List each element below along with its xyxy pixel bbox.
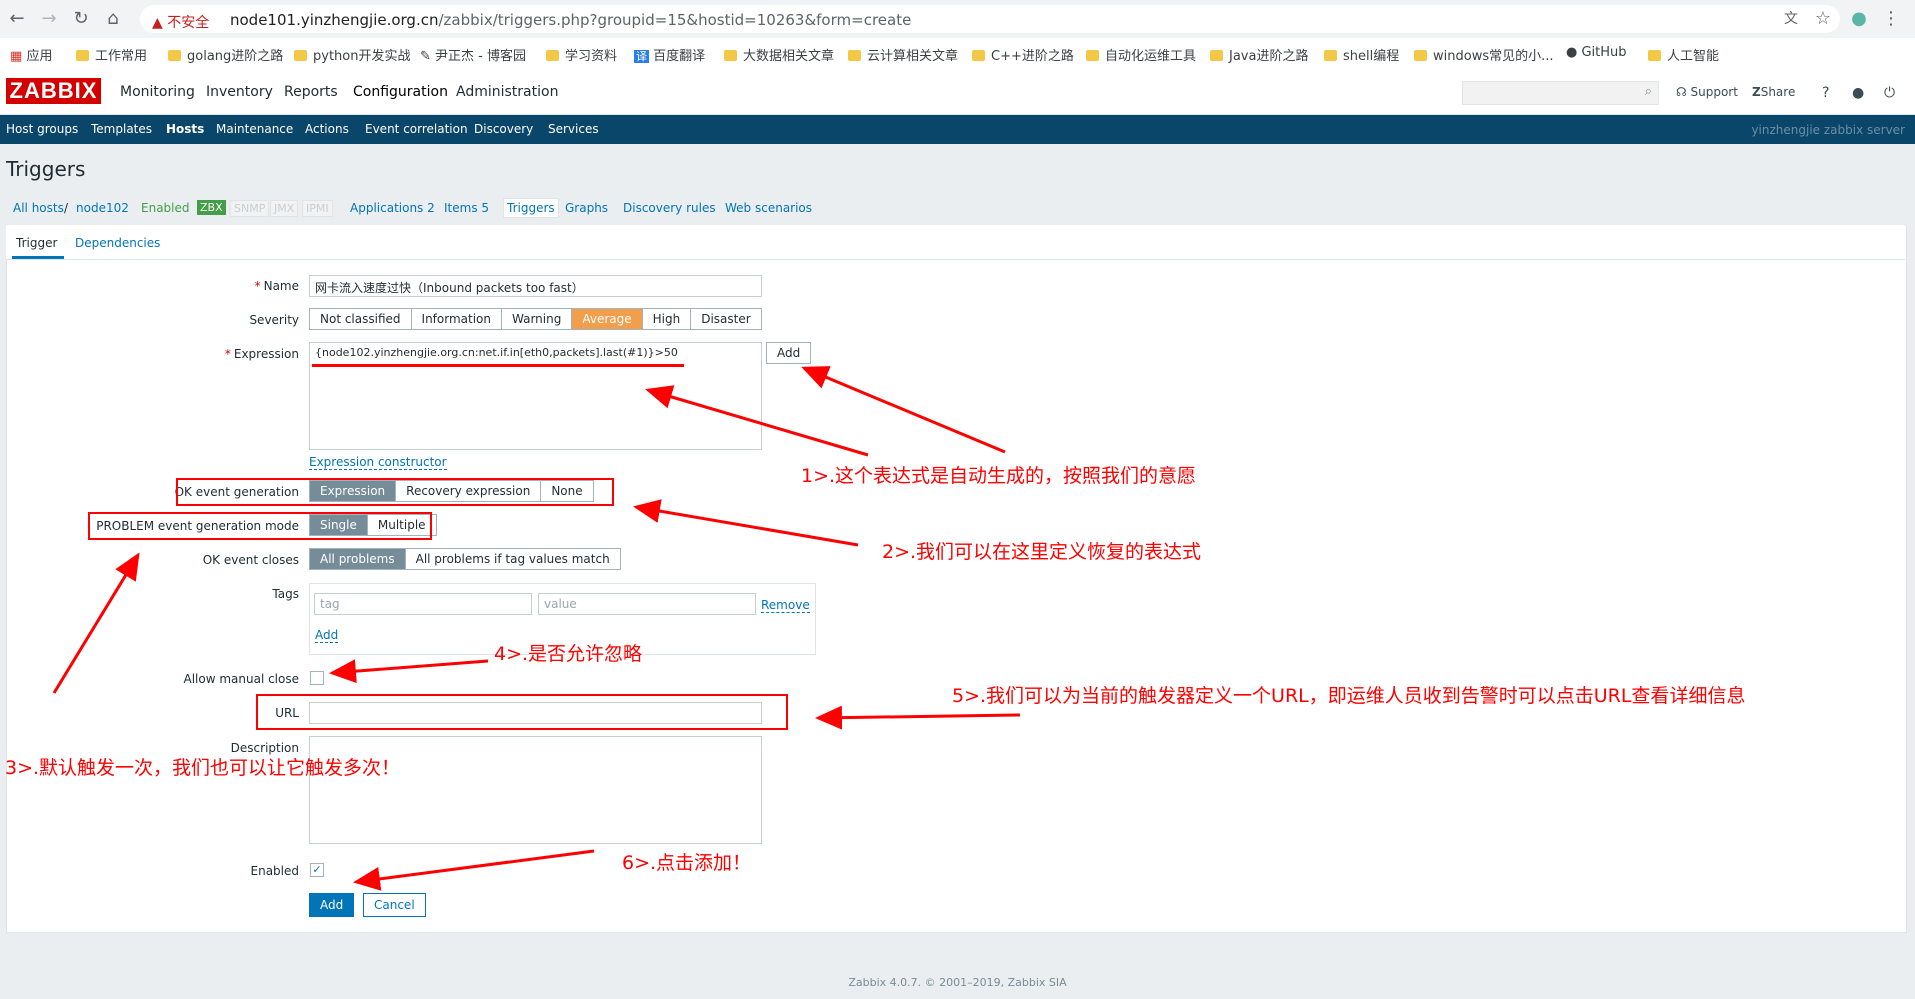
- annotation-note-4: 4>.是否允许忽略: [494, 643, 643, 665]
- annotation-arrows: [52, 366, 1021, 891]
- annotation-note-5: 5>.我们可以为当前的触发器定义一个URL，即运维人员收到告警时可以点击URL查…: [952, 685, 1746, 707]
- arrow-2: [633, 499, 859, 547]
- annotation-note-1: 1>.这个表达式是自动生成的，按照我们的意愿: [801, 465, 1197, 487]
- annotation-note-2: 2>.我们可以在这里定义恢复的表达式: [882, 541, 1202, 563]
- annotation-note-6: 6>.点击添加！: [622, 852, 752, 874]
- arrow-4: [329, 659, 489, 684]
- footer: Zabbix 4.0.7. © 2001–2019, Zabbix SIA: [848, 976, 1067, 989]
- arrow-3: [52, 552, 140, 694]
- arrow-6: [353, 849, 595, 891]
- arrow-1a: [645, 385, 869, 457]
- arrow-5: [815, 705, 1021, 730]
- annotation-note-3: 3>.默认触发一次，我们也可以让它触发多次！: [5, 757, 401, 779]
- arrow-1b: [801, 366, 1006, 454]
